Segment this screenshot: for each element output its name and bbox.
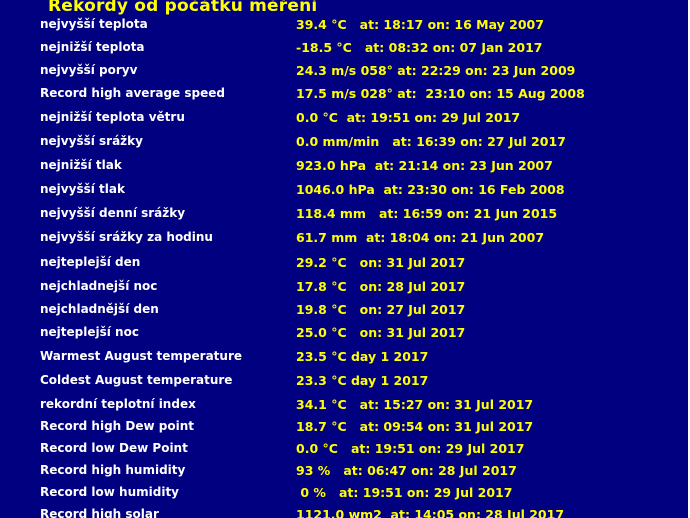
record-value: 0.0 mm/min at: 16:39 on: 27 Jul 2017 [296,134,566,149]
record-label: nejvyšší srážky [40,134,143,148]
record-value: -18.5 °C at: 08:32 on: 07 Jan 2017 [296,40,543,55]
record-value: 19.8 °C on: 27 Jul 2017 [296,302,466,317]
record-row: nejchladnejší noc 17.8 °C on: 28 Jul 2017 [0,279,688,299]
record-value: 17.5 m/s 028° at: 23:10 on: 15 Aug 2008 [296,86,585,101]
record-value: 34.1 °C at: 15:27 on: 31 Jul 2017 [296,397,534,412]
record-label: Record low humidity [40,485,180,499]
record-label: nejnižší teplota větru [40,110,185,124]
record-value: 118.4 mm at: 16:59 on: 21 Jun 2015 [296,206,558,221]
record-label: nejvyšší srážky za hodinu [40,230,213,244]
record-row: nejvyšší srážky za hodinu 61.7 mm at: 18:… [0,230,688,250]
record-row: Record low humidity 0 % at: 19:51 on: 29… [0,485,688,505]
record-label: rekordní teplotní index [40,397,196,411]
record-value: 23.3 °C day 1 2017 [296,373,429,388]
record-label: nejchladnější den [40,302,159,316]
record-label: Record low Dew Point [40,441,188,455]
record-label: Record high Dew point [40,419,194,433]
record-label: nejnižší tlak [40,158,122,172]
record-value: 0 % at: 19:51 on: 29 Jul 2017 [296,485,513,500]
record-value: 25.0 °C on: 31 Jul 2017 [296,325,466,340]
record-label: nejvyšší denní srážky [40,206,186,220]
record-label: nejteplejší noc [40,325,139,339]
record-value: 923.0 hPa at: 21:14 on: 23 Jun 2007 [296,158,553,173]
record-value: 0.0 °C at: 19:51 on: 29 Jul 2017 [296,441,525,456]
record-value: 1046.0 hPa at: 23:30 on: 16 Feb 2008 [296,182,565,197]
record-label: nejnižší teplota [40,40,145,54]
record-row: nejvyšší poryv 24.3 m/s 058° at: 22:29 on… [0,63,688,83]
record-label: nejvyšší teplota [40,17,148,31]
record-row: Coldest August temperature 23.3 °C day 1 … [0,373,688,393]
records-panel: Rekordy od počátku měření nejvyšší teplo… [0,0,690,518]
record-row: nejvyšší denní srážky 118.4 mm at: 16:59 … [0,206,688,226]
record-row: nejnižší teplota -18.5 °C at: 08:32 on: 0… [0,40,688,60]
record-label: Record high average speed [40,86,225,100]
record-row: Warmest August temperature 23.5 °C day 1 … [0,349,688,369]
record-row: nejnižší tlak 923.0 hPa at: 21:14 on: 23 … [0,158,688,178]
record-row: Record high humidity 93 % at: 06:47 on: 2… [0,463,688,483]
record-label: nejvyšší poryv [40,63,138,77]
record-row: nejteplejší den 29.2 °C on: 31 Jul 2017 [0,255,688,275]
record-row: nejvyšší teplota 39.4 °C at: 18:17 on: 16… [0,17,688,37]
record-row: nejvyšší tlak 1046.0 hPa at: 23:30 on: 16… [0,182,688,202]
record-value: 18.7 °C at: 09:54 on: 31 Jul 2017 [296,419,534,434]
record-label: nejchladnejší noc [40,279,158,293]
record-value: 23.5 °C day 1 2017 [296,349,429,364]
record-row: rekordní teplotní index 34.1 °C at: 15:27… [0,397,688,417]
page-title: Rekordy od počátku měření [48,0,318,16]
record-label: Coldest August temperature [40,373,233,387]
record-row: nejteplejší noc 25.0 °C on: 31 Jul 2017 [0,325,688,345]
record-label: nejvyšší tlak [40,182,125,196]
record-row: nejchladnější den 19.8 °C on: 27 Jul 2017 [0,302,688,322]
record-value: 61.7 mm at: 18:04 on: 21 Jun 2007 [296,230,545,245]
record-value: 39.4 °C at: 18:17 on: 16 May 2007 [296,17,544,32]
record-value: 17.8 °C on: 28 Jul 2017 [296,279,466,294]
record-value: 29.2 °C on: 31 Jul 2017 [296,255,466,270]
record-label: Record high solar [40,507,159,518]
record-value: 0.0 °C at: 19:51 on: 29 Jul 2017 [296,110,521,125]
record-value: 1121.0 wm2 at: 14:05 on: 28 Jul 2017 [296,507,565,518]
record-label: Record high humidity [40,463,186,477]
record-row: Record high Dew point 18.7 °C at: 09:54 o… [0,419,688,439]
record-row: Record high average speed 17.5 m/s 028° a… [0,86,688,106]
record-row: nejvyšší srážky 0.0 mm/min at: 16:39 on: … [0,134,688,154]
record-row: nejnižší teplota větru 0.0 °C at: 19:51 o… [0,110,688,130]
record-label: nejteplejší den [40,255,141,269]
record-value: 24.3 m/s 058° at: 22:29 on: 23 Jun 2009 [296,63,576,78]
record-row: Record low Dew Point 0.0 °C at: 19:51 on:… [0,441,688,461]
record-value: 93 % at: 06:47 on: 28 Jul 2017 [296,463,517,478]
record-row: Record high solar 1121.0 wm2 at: 14:05 on… [0,507,688,518]
record-label: Warmest August temperature [40,349,243,363]
